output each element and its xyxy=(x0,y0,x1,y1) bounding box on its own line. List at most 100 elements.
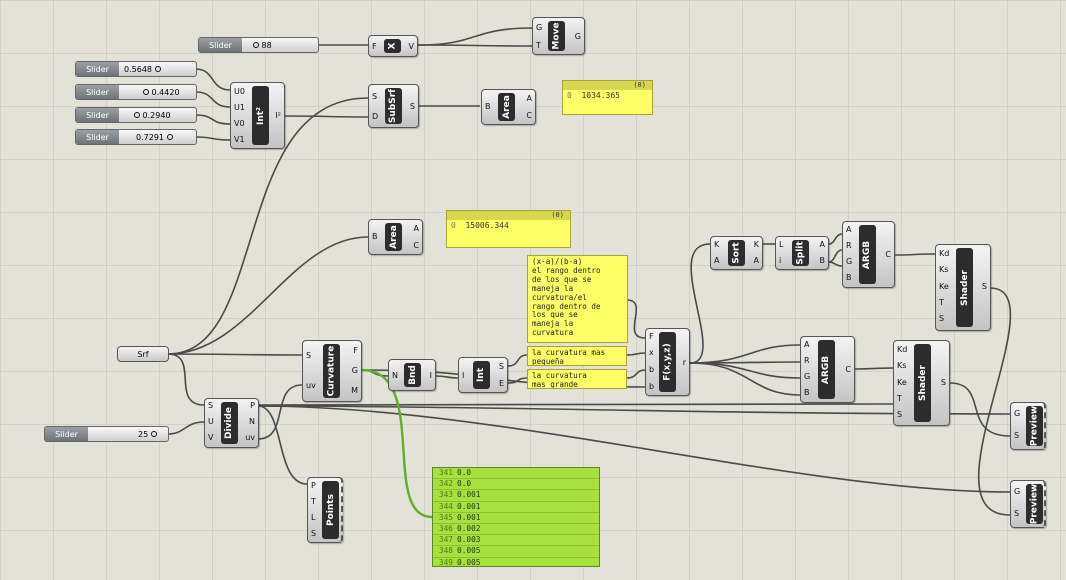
note-formula[interactable]: (x-a)/(b-a) el rango dentro de los que s… xyxy=(527,255,628,343)
output-pin-b[interactable]: B xyxy=(820,256,826,266)
output-pin-s[interactable]: S xyxy=(499,362,504,372)
output-pin-a[interactable]: A xyxy=(414,224,419,234)
input-pin-s[interactable]: S xyxy=(939,314,944,324)
input-pin-s[interactable]: S xyxy=(1014,431,1019,441)
input-pin-b[interactable]: B xyxy=(372,232,378,242)
output-pin-p[interactable]: P xyxy=(250,401,255,411)
input-pin-s[interactable]: S xyxy=(208,401,213,411)
input-pin-s[interactable]: S xyxy=(306,351,311,361)
input-pin-u[interactable]: U xyxy=(208,417,214,427)
output-pin-v[interactable]: V xyxy=(409,42,414,52)
input-pin-f[interactable]: F xyxy=(649,332,654,342)
note-max-curvature[interactable]: la curvatura mas grande xyxy=(527,369,627,389)
component-area[interactable]: B Area A C xyxy=(481,89,536,125)
component-curvature[interactable]: S uv Curvature F G M xyxy=(302,340,362,402)
slider-divide-count[interactable]: Slider 25 xyxy=(44,426,169,442)
input-pin-a[interactable]: A xyxy=(714,256,719,266)
input-pin-v[interactable]: V xyxy=(208,433,213,443)
output-pin-r[interactable]: r xyxy=(683,358,686,368)
output-pin-m[interactable]: M xyxy=(351,386,358,396)
input-pin-v0[interactable]: V0 xyxy=(234,119,245,129)
component-argb[interactable]: A R G B ARGB C xyxy=(842,221,895,288)
output-pin-a[interactable]: A xyxy=(754,256,759,266)
input-pin-g[interactable]: G xyxy=(804,372,810,382)
list-panel-curvature[interactable]: 341 0.0 342 0.0 343 0.001 344 0.001 345 0.001 346 0… xyxy=(432,467,600,567)
component-fxyz[interactable]: F x b b F(x,y,z) r xyxy=(645,328,690,396)
component-bnd[interactable]: N Bnd I xyxy=(388,359,436,391)
input-pin-k[interactable]: K xyxy=(714,240,719,250)
component-int[interactable]: I Int S E xyxy=(458,357,508,393)
component-argb-2[interactable]: A R G B ARGB C xyxy=(800,336,855,403)
output-pin-i2[interactable]: I² xyxy=(275,111,281,121)
input-pin-ke[interactable]: Ke xyxy=(939,282,949,292)
component-shader-2[interactable]: Kd Ks Ke T S Shader S xyxy=(893,340,950,426)
input-pin-ks[interactable]: Ks xyxy=(939,265,948,275)
component-shader[interactable]: Kd Ks Ke T S Shader S xyxy=(935,244,991,331)
component-x[interactable]: F X V xyxy=(368,35,418,57)
input-pin-t[interactable]: T xyxy=(536,41,541,51)
input-pin-s[interactable]: S xyxy=(1014,509,1019,519)
slider-knob[interactable] xyxy=(166,134,173,140)
input-pin-a[interactable]: A xyxy=(846,225,851,235)
input-pin-r[interactable]: R xyxy=(846,241,852,251)
output-pin-f[interactable]: F xyxy=(353,346,358,356)
output-pin-s[interactable]: S xyxy=(410,102,415,112)
input-pin-kd[interactable]: Kd xyxy=(939,249,949,259)
input-pin-uv[interactable]: uv xyxy=(306,381,316,391)
component-sort[interactable]: K A Sort K A xyxy=(710,236,763,270)
input-pin-n[interactable]: N xyxy=(392,371,398,381)
input-pin-b2[interactable]: b xyxy=(649,382,654,392)
value-panel-area[interactable]: (0) 0 1034.365 xyxy=(562,80,653,115)
input-pin-b[interactable]: B xyxy=(804,388,810,398)
input-pin-l[interactable]: L xyxy=(779,240,783,250)
input-pin-b[interactable]: b xyxy=(649,365,654,375)
input-pin-t[interactable]: T xyxy=(897,394,902,404)
input-pin-i[interactable]: i xyxy=(779,256,781,266)
slider-knob[interactable] xyxy=(134,112,140,118)
input-pin-a[interactable]: A xyxy=(804,340,809,350)
output-pin-c[interactable]: C xyxy=(526,111,532,121)
input-pin-l[interactable]: L xyxy=(311,513,315,523)
component-preview[interactable]: G S Preview xyxy=(1010,402,1046,450)
slider-u1[interactable]: Slider 0.4420 xyxy=(75,84,197,100)
input-pin-g[interactable]: G xyxy=(536,23,542,33)
output-pin-e[interactable]: E xyxy=(499,379,504,389)
output-pin-a[interactable]: A xyxy=(820,240,825,250)
input-pin-i[interactable]: I xyxy=(462,371,464,381)
input-pin-v1[interactable]: V1 xyxy=(234,135,245,145)
input-pin-f[interactable]: F xyxy=(372,42,377,52)
component-move[interactable]: G T Move G xyxy=(532,17,585,55)
output-pin-c[interactable]: C xyxy=(845,365,851,375)
slider-88[interactable]: Slider 88 xyxy=(198,37,319,53)
input-pin-u1[interactable]: U1 xyxy=(234,103,245,113)
output-pin-k[interactable]: K xyxy=(754,240,759,250)
output-pin-uv[interactable]: uv xyxy=(245,433,255,443)
input-pin-ks[interactable]: Ks xyxy=(897,361,906,371)
output-pin-g[interactable]: G xyxy=(352,366,358,376)
note-min-curvature[interactable]: la curvatura mas pequeña xyxy=(527,346,627,366)
output-pin-a[interactable]: A xyxy=(527,94,532,104)
input-pin-kd[interactable]: Kd xyxy=(897,345,907,355)
input-pin-d[interactable]: D xyxy=(372,112,378,122)
output-pin-n[interactable]: N xyxy=(249,417,255,427)
output-pin-c[interactable]: C xyxy=(413,241,419,251)
output-pin-g[interactable]: G xyxy=(575,32,581,42)
input-pin-t[interactable]: T xyxy=(939,298,944,308)
slider-v1[interactable]: Slider 0.7291 xyxy=(75,129,197,145)
input-pin-t[interactable]: T xyxy=(311,497,316,507)
input-pin-s[interactable]: S xyxy=(311,529,316,539)
output-pin-i[interactable]: I xyxy=(430,371,432,381)
slider-knob[interactable] xyxy=(143,89,149,95)
input-pin-g[interactable]: G xyxy=(1014,409,1020,419)
input-pin-u0[interactable]: U0 xyxy=(234,87,245,97)
input-pin-g[interactable]: G xyxy=(846,257,852,267)
component-divide[interactable]: S U V Divide P N uv xyxy=(204,398,259,448)
input-pin-b[interactable]: B xyxy=(485,102,491,112)
slider-v0[interactable]: Slider 0.2940 xyxy=(75,107,197,123)
input-pin-p[interactable]: P xyxy=(311,481,316,491)
input-pin-r[interactable]: R xyxy=(804,356,810,366)
slider-knob[interactable] xyxy=(253,42,259,48)
component-points[interactable]: P T L S Points xyxy=(307,477,343,543)
component-subsrf[interactable]: S D SubSrf S xyxy=(368,84,419,128)
component-area-2[interactable]: B Area A C xyxy=(368,219,423,255)
